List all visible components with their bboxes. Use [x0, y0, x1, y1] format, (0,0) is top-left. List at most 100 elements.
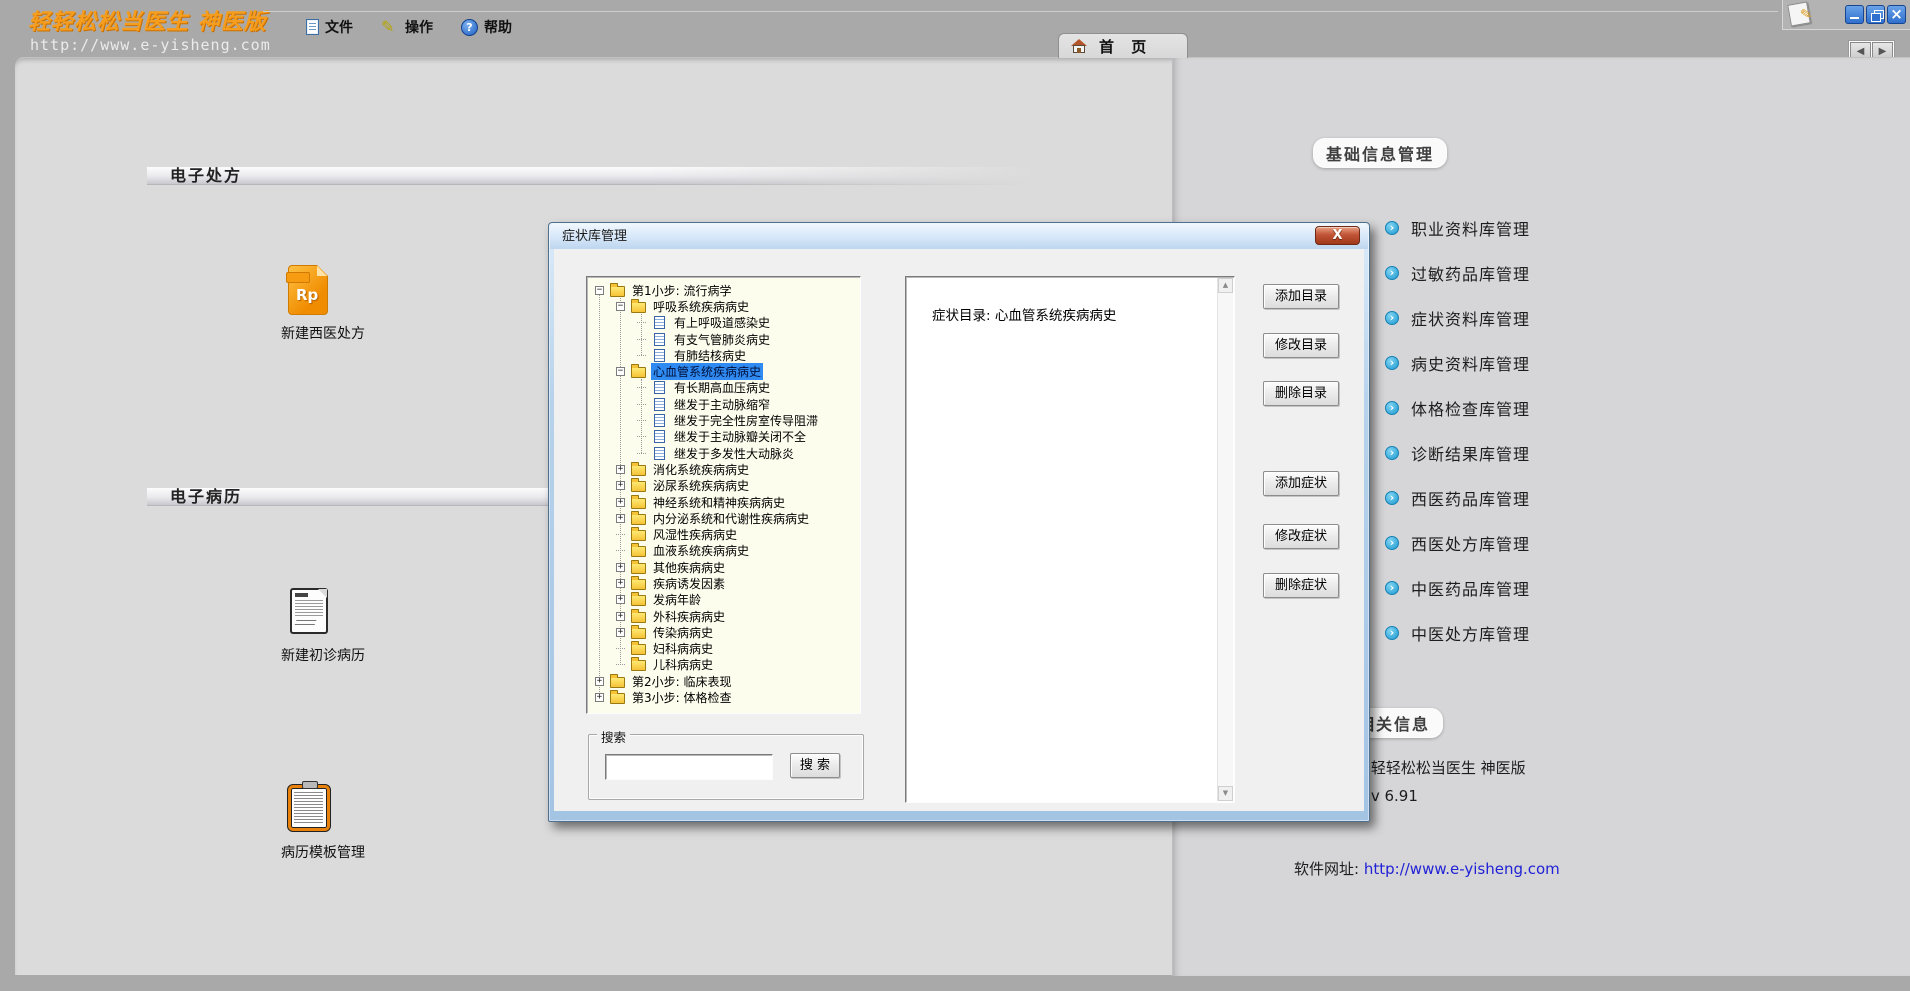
tree-node-label[interactable]: 泌尿系统疾病病史	[651, 477, 751, 494]
tree-node-label[interactable]: 发病年龄	[651, 591, 703, 608]
tree-node[interactable]: 继发于主动脉缩窄	[588, 396, 859, 412]
new-western-prescription-icon[interactable]: Rp	[288, 265, 328, 315]
content-scrollbar[interactable]: ▲ ▼	[1217, 278, 1233, 801]
tree-node-label[interactable]: 血液系统疾病病史	[651, 542, 751, 559]
tree-node-label[interactable]: 有支气管肺炎病史	[672, 331, 772, 348]
expand-icon[interactable]: +	[616, 563, 625, 572]
tree-node[interactable]: 继发于多发性大动脉炎	[588, 445, 859, 461]
record-template-manage-icon[interactable]	[288, 785, 330, 831]
expand-icon[interactable]: +	[595, 693, 604, 702]
expand-icon[interactable]: +	[616, 595, 625, 604]
tree-node[interactable]: + 外科疾病病史	[588, 608, 859, 624]
tree-node-label[interactable]: 消化系统疾病病史	[651, 461, 751, 478]
tree-node[interactable]: + 内分泌系统和代谢性疾病病史	[588, 510, 859, 526]
tree-node[interactable]: 有长期高血压病史	[588, 380, 859, 396]
delete-symptom-button[interactable]: 删除症状	[1263, 573, 1339, 598]
new-first-visit-record-icon[interactable]	[290, 588, 328, 634]
expand-icon[interactable]: +	[616, 612, 625, 621]
edit-symptom-button[interactable]: 修改症状	[1263, 524, 1339, 549]
tree-node-label[interactable]: 神经系统和精神疾病病史	[651, 494, 787, 511]
tree-node[interactable]: 血液系统疾病病史	[588, 543, 859, 559]
scroll-down-icon[interactable]: ▼	[1218, 786, 1233, 801]
menu-file[interactable]: 文件	[306, 17, 353, 37]
expand-icon[interactable]: +	[616, 465, 625, 474]
edit-catalog-button[interactable]: 修改目录	[1263, 333, 1339, 358]
collapse-icon[interactable]: −	[595, 286, 604, 295]
expand-icon[interactable]: +	[616, 514, 625, 523]
menu-action[interactable]: 操作	[381, 17, 433, 37]
sidebar-item[interactable]: ›诊断结果库管理	[1385, 441, 1530, 465]
tree-node-label[interactable]: 疾病诱发因素	[651, 575, 727, 592]
tree-node[interactable]: + 第2小步: 临床表现	[588, 673, 859, 689]
restore-button[interactable]	[1866, 5, 1885, 24]
expand-icon[interactable]: +	[616, 579, 625, 588]
tree-node-label[interactable]: 第1小步: 流行病学	[630, 282, 734, 299]
search-input[interactable]	[605, 754, 773, 780]
dialog-close-button[interactable]: X	[1315, 226, 1360, 245]
tree-node[interactable]: 有支气管肺炎病史	[588, 331, 859, 347]
tree-node-label[interactable]: 继发于主动脉缩窄	[672, 396, 772, 413]
expand-icon[interactable]: +	[616, 481, 625, 490]
tree-node-label[interactable]: 风湿性疾病病史	[651, 526, 739, 543]
tree-node[interactable]: + 泌尿系统疾病病史	[588, 478, 859, 494]
tree-node-label[interactable]: 外科疾病病史	[651, 608, 727, 625]
tab-home[interactable]: 首 页	[1058, 33, 1188, 58]
tree-node[interactable]: 继发于主动脉瓣关闭不全	[588, 429, 859, 445]
tree-node-label[interactable]: 继发于多发性大动脉炎	[672, 445, 796, 462]
add-symptom-button[interactable]: 添加症状	[1263, 471, 1339, 496]
memo-pencil-icon[interactable]	[1787, 1, 1811, 26]
tree-node-label[interactable]: 有长期高血压病史	[672, 379, 772, 396]
tree-node-label[interactable]: 第3小步: 体格检查	[630, 689, 734, 706]
tree-node-label[interactable]: 内分泌系统和代谢性疾病病史	[651, 510, 811, 527]
sidebar-item[interactable]: ›症状资料库管理	[1385, 306, 1530, 330]
tree-node[interactable]: 妇科病病史	[588, 641, 859, 657]
tree-node-label[interactable]: 继发于主动脉瓣关闭不全	[672, 428, 808, 445]
sidebar-item[interactable]: ›体格检查库管理	[1385, 396, 1530, 420]
tree-node-label[interactable]: 第2小步: 临床表现	[630, 673, 734, 690]
tree-node[interactable]: + 其他疾病病史	[588, 559, 859, 575]
expand-icon[interactable]: +	[595, 677, 604, 686]
tree-node[interactable]: 儿科病病史	[588, 657, 859, 673]
search-button[interactable]: 搜 索	[790, 753, 840, 778]
tree-node[interactable]: 有肺结核病史	[588, 347, 859, 363]
tree-node[interactable]: − 呼吸系统疾病病史	[588, 298, 859, 314]
tree-node-label[interactable]: 其他疾病病史	[651, 559, 727, 576]
close-window-button[interactable]	[1887, 5, 1906, 24]
minimize-button[interactable]	[1845, 5, 1864, 24]
expand-icon[interactable]: +	[616, 628, 625, 637]
tree-node-label[interactable]: 传染病病史	[651, 624, 715, 641]
sidebar-item[interactable]: ›西医处方库管理	[1385, 531, 1530, 555]
menu-help[interactable]: ?帮助	[461, 17, 512, 37]
collapse-icon[interactable]: −	[616, 367, 625, 376]
tree-node[interactable]: + 发病年龄	[588, 592, 859, 608]
expand-icon[interactable]: +	[616, 498, 625, 507]
tree-node[interactable]: + 消化系统疾病病史	[588, 461, 859, 477]
tree-node[interactable]: + 神经系统和精神疾病病史	[588, 494, 859, 510]
scroll-up-icon[interactable]: ▲	[1218, 278, 1233, 293]
sidebar-item[interactable]: ›中医处方库管理	[1385, 621, 1530, 645]
tree-node[interactable]: + 传染病病史	[588, 624, 859, 640]
tree-node-label[interactable]: 继发于完全性房室传导阻滞	[672, 412, 820, 429]
tree-node-label[interactable]: 有肺结核病史	[672, 347, 748, 364]
tree-node[interactable]: 有上呼吸道感染史	[588, 315, 859, 331]
tree-node[interactable]: + 疾病诱发因素	[588, 575, 859, 591]
add-catalog-button[interactable]: 添加目录	[1263, 284, 1339, 309]
tree-node-label[interactable]: 有上呼吸道感染史	[672, 314, 772, 331]
sidebar-item[interactable]: ›西医药品库管理	[1385, 486, 1530, 510]
tree-node[interactable]: + 第3小步: 体格检查	[588, 689, 859, 705]
tree-node-label[interactable]: 呼吸系统疾病病史	[651, 298, 751, 315]
collapse-icon[interactable]: −	[616, 302, 625, 311]
site-link[interactable]: http://www.e-yisheng.com	[1364, 860, 1560, 878]
tree-node-label-selected[interactable]: 心血管系统疾病病史	[651, 363, 763, 380]
tree-node[interactable]: 风湿性疾病病史	[588, 526, 859, 542]
sidebar-item[interactable]: ›病史资料库管理	[1385, 351, 1530, 375]
tree-node[interactable]: − 心血管系统疾病病史	[588, 363, 859, 379]
tree-node-label[interactable]: 儿科病病史	[651, 656, 715, 673]
tree-node-label[interactable]: 妇科病病史	[651, 640, 715, 657]
tree-node[interactable]: 继发于完全性房室传导阻滞	[588, 412, 859, 428]
sidebar-item[interactable]: ›过敏药品库管理	[1385, 261, 1530, 285]
sidebar-item[interactable]: ›中医药品库管理	[1385, 576, 1530, 600]
sidebar-item[interactable]: ›职业资料库管理	[1385, 216, 1530, 240]
tree-node[interactable]: − 第1小步: 流行病学	[588, 282, 859, 298]
delete-catalog-button[interactable]: 删除目录	[1263, 381, 1339, 406]
